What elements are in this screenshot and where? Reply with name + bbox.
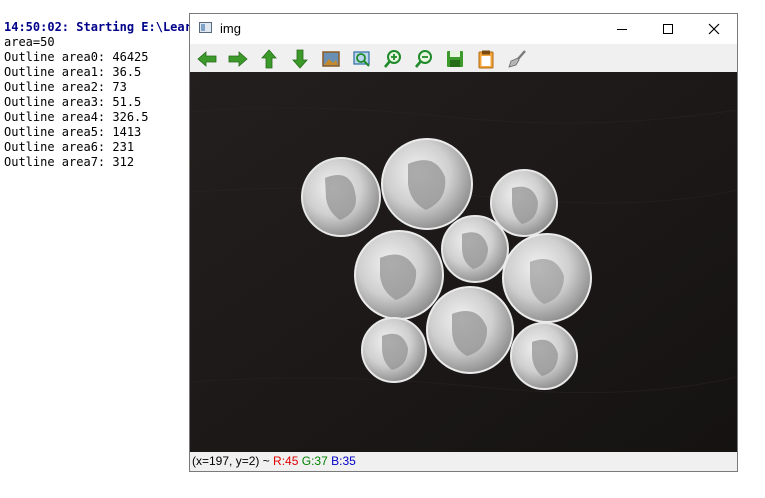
pixel-red-value: R:45 (273, 454, 299, 468)
toolbar (190, 44, 737, 72)
cursor-coords: (x=197, y=2) ~ (192, 454, 274, 468)
window-title: img (220, 21, 241, 36)
console-output: 14:50:02: Starting E:\Learn area=50 Outl… (4, 20, 190, 170)
console-line: Outline area7: 312 (4, 155, 135, 169)
pan-right-button[interactable] (227, 48, 249, 70)
zoom-in-button[interactable] (382, 48, 404, 70)
zoom-out-icon (415, 50, 432, 68)
maximize-icon (663, 24, 673, 34)
coin (441, 215, 509, 283)
console-header: 14:50:02: Starting E:\Learn (4, 20, 190, 34)
console-line: Outline area6: 231 (4, 140, 135, 154)
pixel-blue-value: B:35 (331, 454, 356, 468)
console-line: Outline area2: 73 (4, 80, 127, 94)
close-button[interactable] (691, 14, 737, 44)
console-line: Outline area3: 51.5 (4, 95, 142, 109)
console-line: Outline area4: 326.5 (4, 110, 149, 124)
pan-up-button[interactable] (258, 48, 280, 70)
status-bar: (x=197, y=2) ~ R:45 G:37 B:35 (190, 452, 737, 471)
save-icon (447, 51, 463, 67)
pan-down-button[interactable] (289, 48, 311, 70)
coin (502, 233, 592, 323)
zoom-rect-button[interactable] (351, 48, 373, 70)
arrow-down-icon (292, 49, 308, 69)
arrow-left-icon (197, 51, 217, 67)
coin (361, 317, 427, 383)
properties-icon (478, 50, 494, 69)
minimize-icon (617, 28, 627, 30)
brush-icon (508, 50, 526, 68)
image-icon (322, 51, 340, 67)
coins-photo (190, 72, 737, 452)
console-line: Outline area0: 46425 (4, 50, 149, 64)
coin (490, 169, 558, 237)
zoom-out-button[interactable] (413, 48, 435, 70)
coin (381, 138, 473, 230)
coin (510, 322, 578, 390)
coin (426, 286, 514, 374)
image-canvas[interactable] (190, 72, 737, 452)
zoom-in-icon (384, 50, 401, 68)
app-icon (199, 22, 212, 33)
minimize-button[interactable] (599, 14, 645, 44)
console-line: Outline area5: 1413 (4, 125, 142, 139)
close-icon (708, 23, 720, 35)
image-window: img (x=197, y=2) ~ R:45 G:37 B:35 (189, 13, 738, 472)
zoom-fit-button[interactable] (320, 48, 342, 70)
console-line: Outline area1: 36.5 (4, 65, 142, 79)
properties-button[interactable] (475, 48, 497, 70)
pan-left-button[interactable] (196, 48, 218, 70)
coin (301, 157, 381, 237)
zoom-rect-icon (353, 51, 370, 67)
coin (354, 230, 444, 320)
save-button[interactable] (444, 48, 466, 70)
title-bar[interactable]: img (190, 14, 737, 44)
arrow-up-icon (261, 49, 277, 69)
arrow-right-icon (228, 51, 248, 67)
pixel-green-value: G:37 (301, 454, 328, 468)
brush-button[interactable] (506, 48, 528, 70)
maximize-button[interactable] (645, 14, 691, 44)
console-line: area=50 (4, 35, 55, 49)
